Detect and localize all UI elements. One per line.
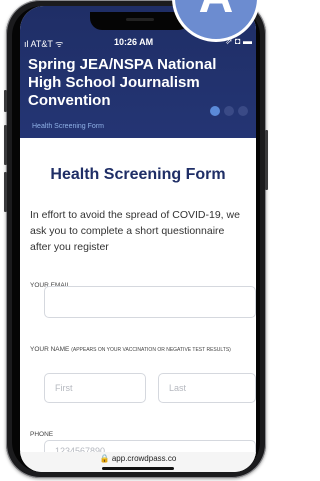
last-name-field[interactable]: Last: [158, 373, 256, 403]
mute-switch: [4, 90, 7, 112]
name-note: (APPEARS ON YOUR VACCINATION OR NEGATIVE…: [71, 347, 231, 353]
tab-health-screening[interactable]: Health Screening Form: [32, 123, 104, 130]
first-name-field[interactable]: First: [44, 373, 146, 403]
carrier-signal: ıl AT&T ᯤ: [24, 39, 64, 49]
dot[interactable]: [224, 106, 234, 116]
power-button: [265, 130, 268, 190]
phone-screen: ıl AT&T ᯤ 10:26 AM ⇗ ◘ ▬ Spring JEA/NSPA…: [20, 6, 256, 472]
form-intro: In effort to avoid the spread of COVID-1…: [30, 209, 240, 253]
dot[interactable]: [238, 106, 248, 116]
event-title: Spring JEA/NSPA National High School Jou…: [28, 56, 217, 109]
home-indicator[interactable]: [102, 467, 174, 470]
email-field[interactable]: [44, 286, 256, 318]
first-name-placeholder: First: [55, 383, 73, 393]
last-name-placeholder: Last: [169, 383, 187, 393]
name-label: YOUR NAME (APPEARS ON YOUR VACCINATION O…: [30, 346, 231, 353]
clock: 10:26 AM: [114, 37, 154, 47]
carousel-dots[interactable]: [210, 103, 252, 121]
dot-active[interactable]: [210, 106, 220, 116]
volume-up-button: [4, 125, 7, 165]
form-title: Health Screening Form: [50, 166, 226, 183]
phone-frame: ıl AT&T ᯤ 10:26 AM ⇗ ◘ ▬ Spring JEA/NSPA…: [4, 0, 268, 478]
volume-down-button: [4, 172, 7, 212]
phone-label: PHONE: [30, 431, 54, 438]
url-text: 🔒 app.crowdpass.co: [99, 454, 177, 463]
